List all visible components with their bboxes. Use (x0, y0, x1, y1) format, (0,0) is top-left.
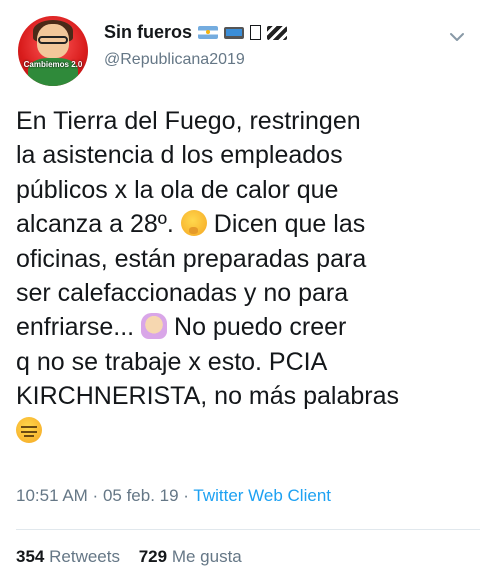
tweet-date[interactable]: 05 feb. 19 (103, 486, 179, 505)
tweet-text-segment: enfriarse... (16, 313, 135, 342)
user-names: Sin fueros @Republicana2019 (104, 22, 288, 69)
meta-separator: · (178, 486, 194, 505)
divider (16, 529, 480, 530)
tweet-line: KIRCHNERISTA, no más palabras (16, 382, 399, 411)
tweet-line-with-emoji: alcanza a 28º. Dicen que las (16, 207, 466, 241)
tweet-text-segment: Dicen que las (213, 210, 366, 239)
meta-separator: · (87, 486, 103, 505)
tweet-line-emoji-only (16, 414, 466, 448)
tweet-line: ser calefaccionadas y no para (16, 279, 349, 308)
retweets-count: 354 (16, 547, 45, 566)
tweet-line-with-emoji: enfriarse... No puedo creer (16, 310, 466, 344)
avatar[interactable]: Cambiemos 2.0 (18, 16, 88, 86)
retweets-label: Retweets (49, 547, 120, 566)
chevron-down-icon[interactable] (448, 28, 466, 46)
tweet-source-link[interactable]: Twitter Web Client (193, 486, 331, 505)
tweet-meta: 10:51 AM · 05 feb. 19 · Twitter Web Clie… (16, 486, 331, 506)
tweet-line: la asistencia d los empleados (16, 141, 343, 170)
facepalm-icon (141, 313, 168, 340)
avatar-glasses (38, 36, 68, 44)
tweet-card: Cambiemos 2.0 Sin fueros @Republicana201… (0, 0, 480, 573)
likes-count: 729 (138, 547, 168, 566)
avatar-text: Cambiemos 2.0 (23, 60, 83, 69)
tweet-stats: 354 Retweets 729 Me gusta (16, 547, 256, 567)
unamused-face-icon (16, 416, 42, 443)
display-name-row[interactable]: Sin fueros (104, 22, 288, 43)
thinking-face-icon (180, 210, 207, 237)
tweet-text: En Tierra del Fuego, restringen la asist… (16, 104, 466, 448)
likes-stat[interactable]: 729 Me gusta (139, 547, 242, 567)
tweet-line: públicos x la ola de calor que (16, 175, 339, 204)
laptop-icon (224, 26, 245, 39)
clapper-board-icon (267, 25, 288, 40)
tweet-line: oficinas, están preparadas para (16, 244, 367, 273)
likes-label: Me gusta (171, 547, 242, 566)
tweet-line: q no se trabaje x esto. PCIA (16, 347, 328, 376)
tweet-text-segment: alcanza a 28º. (16, 210, 174, 239)
user-handle[interactable]: @Republicana2019 (104, 51, 287, 69)
unknown-glyph-icon (250, 25, 262, 40)
tweet-header: Cambiemos 2.0 Sin fueros @Republicana201… (16, 14, 466, 88)
tweet-text-segment: No puedo creer (174, 313, 347, 342)
tweet-time[interactable]: 10:51 AM (16, 486, 88, 505)
retweets-stat[interactable]: 354 Retweets (16, 547, 120, 567)
display-name[interactable]: Sin fueros (104, 22, 192, 43)
tweet-line: En Tierra del Fuego, restringen (16, 107, 361, 135)
flag-argentina-icon (198, 26, 219, 39)
